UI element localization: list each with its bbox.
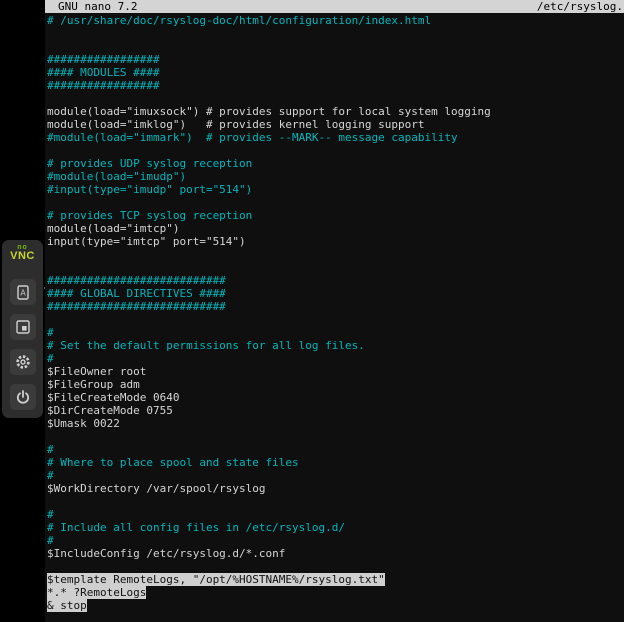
editor-line <box>47 196 624 209</box>
editor-line: #### GLOBAL DIRECTIVES #### <box>47 287 624 300</box>
editor-line: $WorkDirectory /var/spool/rsyslog <box>47 482 624 495</box>
editor-line <box>47 261 624 274</box>
editor-line: ########################### <box>47 300 624 313</box>
editor-line: # Include all config files in /etc/rsysl… <box>47 521 624 534</box>
editor-line: # <box>47 326 624 339</box>
clipboard-button[interactable]: A <box>10 279 36 305</box>
editor-line <box>47 92 624 105</box>
editor-content[interactable]: # /usr/share/doc/rsyslog-doc/html/config… <box>45 13 624 612</box>
fullscreen-icon <box>15 319 31 335</box>
editor-line: # Set the default permissions for all lo… <box>47 339 624 352</box>
editor-line: # Where to place spool and state files <box>47 456 624 469</box>
gear-icon <box>15 354 31 370</box>
editor-line <box>47 144 624 157</box>
clipboard-icon: A <box>15 284 31 300</box>
nano-titlebar: GNU nano 7.2 /etc/rsyslog. <box>45 0 624 13</box>
editor-line: #module(load="immark") # provides --MARK… <box>47 131 624 144</box>
editor-line: & stop <box>47 599 624 612</box>
editor-line: # /usr/share/doc/rsyslog-doc/html/config… <box>47 14 624 27</box>
novnc-logo-vnc: VNC <box>10 251 35 262</box>
editor-line <box>47 430 624 443</box>
editor-line <box>47 495 624 508</box>
editor-line: # <box>47 352 624 365</box>
editor-line: $FileCreateMode 0640 <box>47 391 624 404</box>
editor-line: # provides TCP syslog reception <box>47 209 624 222</box>
editor-line: # <box>47 534 624 547</box>
fullscreen-button[interactable] <box>10 314 36 340</box>
editor-line: module(load="imtcp") <box>47 222 624 235</box>
editor-line: module(load="imuxsock") # provides suppo… <box>47 105 624 118</box>
svg-text:A: A <box>20 289 26 298</box>
editor-line: $IncludeConfig /etc/rsyslog.d/*.conf <box>47 547 624 560</box>
desktop: no VNC A <box>0 0 624 622</box>
vnc-control-panel: no VNC A <box>2 240 43 418</box>
editor-line: $FileOwner root <box>47 365 624 378</box>
editor-line: # provides UDP syslog reception <box>47 157 624 170</box>
novnc-logo: no VNC <box>10 244 35 270</box>
editor-line: ################# <box>47 53 624 66</box>
editor-line: # <box>47 508 624 521</box>
editor-line: input(type="imtcp" port="514") <box>47 235 624 248</box>
editor-line: #module(load="imudp") <box>47 170 624 183</box>
power-icon <box>15 389 31 405</box>
nano-version-label: GNU nano 7.2 <box>58 0 137 13</box>
settings-button[interactable] <box>10 349 36 375</box>
editor-line: *.* ?RemoteLogs <box>47 586 624 599</box>
editor-line: $template RemoteLogs, "/opt/%HOSTNAME%/r… <box>47 573 624 586</box>
editor-line <box>47 27 624 40</box>
editor-line <box>47 40 624 53</box>
editor-line: ################# <box>47 79 624 92</box>
editor-line: $DirCreateMode 0755 <box>47 404 624 417</box>
editor-line <box>47 313 624 326</box>
editor-line: #### MODULES #### <box>47 66 624 79</box>
terminal-window[interactable]: GNU nano 7.2 /etc/rsyslog. # /usr/share/… <box>45 0 624 622</box>
editor-line <box>47 560 624 573</box>
editor-line: $FileGroup adm <box>47 378 624 391</box>
editor-line: #input(type="imudp" port="514") <box>47 183 624 196</box>
power-button[interactable] <box>10 384 36 410</box>
editor-line: # <box>47 469 624 482</box>
nano-filename-label: /etc/rsyslog. <box>537 0 624 13</box>
editor-line: # <box>47 443 624 456</box>
editor-line: module(load="imklog") # provides kernel … <box>47 118 624 131</box>
editor-line <box>47 248 624 261</box>
editor-line: ########################### <box>47 274 624 287</box>
editor-line: $Umask 0022 <box>47 417 624 430</box>
